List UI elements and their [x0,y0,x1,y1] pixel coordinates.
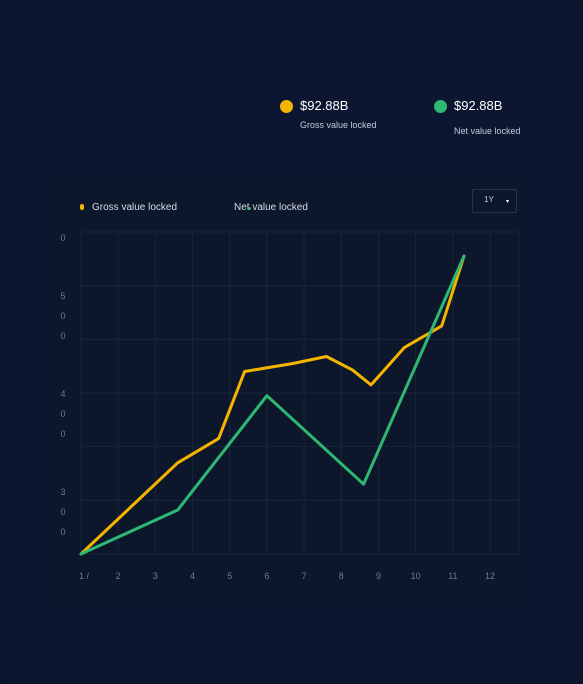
y-tick-label: 5 [60,291,65,301]
line-chart: 1 / 2 3 4 5 6 7 8 9 10 11 12 0 5 0 0 4 0 0 3 0 0 [60,231,520,581]
y-tick-label: 0 [60,527,65,537]
x-tick-label: 1 / [79,571,90,581]
series-line-gross [79,254,466,556]
x-tick-label: 4 [190,571,195,581]
x-tick-label: 9 [376,571,381,581]
y-tick-label: 4 [60,389,65,399]
y-tick-label: 0 [60,233,65,243]
x-tick-label: 3 [153,571,158,581]
x-tick-label: 8 [339,571,344,581]
x-tick-label: 5 [227,571,232,581]
y-tick-label: 0 [60,409,65,419]
series-lines [79,254,466,556]
y-tick-label: 0 [60,311,65,321]
series-line-net [79,254,466,556]
y-tick-label: 0 [60,507,65,517]
y-tick-label: 0 [60,429,65,439]
x-tick-label: 6 [264,571,269,581]
y-tick-label: 3 [60,487,65,497]
x-tick-label: 10 [411,571,421,581]
x-tick-label: 12 [485,571,495,581]
y-tick-label: 0 [60,331,65,341]
x-tick-label: 11 [448,571,457,581]
x-tick-label: 2 [116,571,121,581]
x-tick-label: 7 [302,571,307,581]
